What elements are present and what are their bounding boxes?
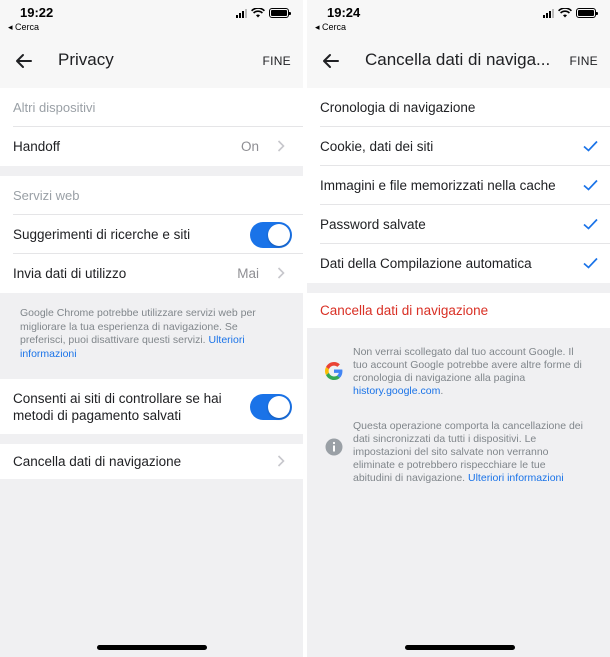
google-g-icon	[325, 362, 343, 380]
sync-info: Questa operazione comporta la cancellazi…	[307, 420, 610, 485]
home-indicator[interactable]	[97, 645, 207, 650]
section-header-web-services: Servizi web	[0, 176, 303, 215]
data-type-label: Immagini e file memorizzati nella cache	[320, 178, 556, 193]
data-type-item[interactable]: Cookie, dati dei siti	[307, 127, 610, 166]
suggestions-toggle[interactable]	[250, 221, 292, 248]
status-time: 19:24	[327, 5, 361, 20]
chevron-right-icon	[277, 455, 285, 467]
clear-browsing-data-label: Cancella dati di navigazione	[13, 454, 182, 469]
data-type-label: Cookie, dati dei siti	[320, 139, 434, 154]
back-arrow-icon[interactable]	[319, 49, 343, 73]
data-type-label: Dati della Compilazione automatica	[320, 256, 532, 271]
status-bar: 19:22 ◂ Cerca	[0, 0, 303, 36]
nav-bar: Cancella dati di naviga... FINE	[307, 36, 610, 88]
checkmark-icon	[583, 179, 598, 191]
data-type-label: Password salvate	[320, 217, 426, 232]
checkmark-icon	[583, 218, 598, 230]
clear-browsing-data-label: Cancella dati di navigazione	[320, 303, 489, 318]
clear-browsing-data-row[interactable]: Cancella dati di navigazione	[0, 444, 303, 479]
clear-action-section: Cancella dati di navigazione	[307, 293, 610, 328]
suggestions-label: Suggerimenti di ricerche e siti	[13, 227, 191, 242]
google-account-info: Non verrai scollegato dal tuo account Go…	[307, 346, 610, 398]
payment-methods-row: Consenti ai siti di controllare se hai m…	[0, 379, 303, 434]
clear-browsing-data-button[interactable]: Cancella dati di navigazione	[307, 293, 610, 328]
chevron-right-icon	[277, 267, 285, 279]
handoff-row[interactable]: Handoff On	[0, 127, 303, 166]
payment-methods-label: Consenti ai siti di controllare se hai m…	[13, 390, 222, 423]
home-indicator[interactable]	[405, 645, 515, 650]
checkmark-icon	[583, 257, 598, 269]
status-bar: 19:24 ◂ Cerca	[307, 0, 610, 36]
clear-browsing-data-screen: 19:24 ◂ Cerca Cancella dati di naviga...…	[307, 0, 610, 657]
data-type-item[interactable]: Cronologia di navigazione	[307, 88, 610, 127]
info-icon	[325, 438, 343, 456]
chevron-right-icon	[277, 140, 285, 152]
status-icons	[236, 8, 291, 18]
done-button[interactable]: FINE	[262, 54, 291, 68]
signal-icon	[543, 8, 554, 18]
clear-data-section: Cancella dati di navigazione	[0, 444, 303, 479]
google-info-text: Non verrai scollegato dal tuo account Go…	[353, 346, 582, 384]
wifi-icon	[558, 8, 572, 18]
usage-data-label: Invia dati di utilizzo	[13, 266, 127, 281]
handoff-label: Handoff	[13, 139, 61, 154]
history-link[interactable]: history.google.com	[353, 385, 440, 397]
usage-data-row[interactable]: Invia dati di utilizzo Mai	[0, 254, 303, 293]
back-to-app-link[interactable]: ◂ Cerca	[8, 22, 39, 33]
privacy-screen: 19:22 ◂ Cerca Privacy FINE Altri disposi…	[0, 0, 303, 657]
wifi-icon	[251, 8, 265, 18]
signal-icon	[236, 8, 247, 18]
done-button[interactable]: FINE	[569, 54, 598, 68]
nav-bar: Privacy FINE	[0, 36, 303, 88]
data-type-item[interactable]: Dati della Compilazione automatica	[307, 244, 610, 283]
suggestions-row: Suggerimenti di ricerche e siti	[0, 215, 303, 254]
battery-icon	[576, 8, 598, 18]
data-type-label: Cronologia di navigazione	[320, 100, 476, 115]
web-services-footer: Google Chrome potrebbe utilizzare serviz…	[0, 293, 303, 377]
google-info-end: .	[440, 385, 444, 397]
handoff-value: On	[240, 139, 259, 154]
usage-data-value: Mai	[237, 266, 259, 281]
battery-icon	[269, 8, 291, 18]
checkmark-icon	[583, 140, 598, 152]
status-time: 19:22	[20, 5, 54, 20]
page-title: Privacy	[58, 50, 114, 69]
section-header-other-devices: Altri dispositivi	[0, 88, 303, 127]
web-services-section: Servizi web Suggerimenti di ricerche e s…	[0, 176, 303, 293]
data-type-item[interactable]: Password salvate	[307, 205, 610, 244]
learn-more-link[interactable]: Ulteriori informazioni	[468, 472, 564, 484]
payment-section: Consenti ai siti di controllare se hai m…	[0, 379, 303, 434]
back-arrow-icon[interactable]	[12, 49, 36, 73]
payment-methods-toggle[interactable]	[250, 393, 292, 420]
back-to-app-link[interactable]: ◂ Cerca	[315, 22, 346, 33]
status-icons	[543, 8, 598, 18]
page-title: Cancella dati di naviga...	[365, 50, 551, 69]
data-type-item[interactable]: Immagini e file memorizzati nella cache	[307, 166, 610, 205]
other-devices-section: Altri dispositivi Handoff On	[0, 88, 303, 166]
data-types-list: Cronologia di navigazione Cookie, dati d…	[307, 88, 610, 283]
